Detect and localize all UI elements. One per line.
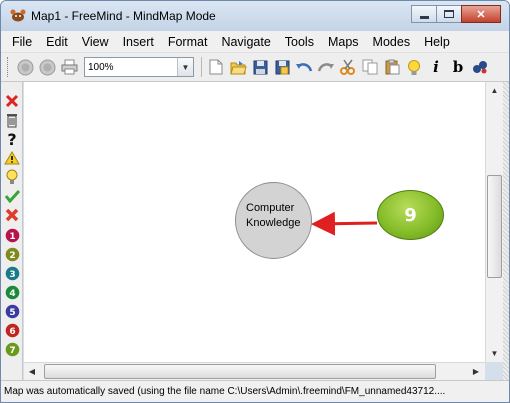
- warning-icon[interactable]: [4, 150, 20, 166]
- close-icon: ✕: [476, 8, 486, 21]
- maximize-button[interactable]: [436, 5, 462, 23]
- maximize-icon: [444, 10, 454, 18]
- menu-format[interactable]: Format: [161, 31, 215, 53]
- vertical-scrollbar[interactable]: ▲ ▼: [485, 82, 503, 362]
- undo-icon[interactable]: [295, 58, 313, 76]
- freemind-icon: [10, 9, 26, 22]
- svg-text:5: 5: [9, 308, 15, 318]
- close-button[interactable]: ✕: [461, 5, 501, 23]
- svg-text:1: 1: [9, 232, 15, 242]
- svg-text:3: 3: [9, 270, 15, 280]
- redo-icon[interactable]: [317, 58, 335, 76]
- print-icon[interactable]: [60, 58, 78, 76]
- scroll-down-icon[interactable]: ▼: [486, 345, 503, 361]
- check-icon[interactable]: [4, 188, 20, 204]
- svg-text:4: 4: [9, 289, 15, 299]
- scroll-right-icon[interactable]: ▶: [468, 363, 484, 380]
- icon-sidebar: ? 1 2 3 4 5 6 7: [1, 82, 23, 381]
- status-bar: Map was automatically saved (using the f…: [1, 380, 509, 402]
- menu-insert[interactable]: Insert: [116, 31, 161, 53]
- menu-edit[interactable]: Edit: [39, 31, 75, 53]
- minimize-button[interactable]: [411, 5, 437, 23]
- new-map-icon[interactable]: [207, 58, 225, 76]
- open-icon[interactable]: [229, 58, 247, 76]
- priority-3-icon[interactable]: 3: [4, 265, 20, 281]
- scroll-left-icon[interactable]: ◀: [24, 363, 40, 380]
- copy-icon[interactable]: [361, 58, 379, 76]
- toolbar-divider: [201, 57, 202, 77]
- trash-icon[interactable]: [4, 112, 20, 128]
- title-bar[interactable]: Map1 - FreeMind - MindMap Mode ✕: [1, 1, 509, 31]
- priority-1-icon[interactable]: 1: [4, 227, 20, 243]
- menu-maps[interactable]: Maps: [321, 31, 366, 53]
- horizontal-scroll-thumb[interactable]: [44, 364, 436, 379]
- toolbar: 100% ▼ i b: [1, 53, 509, 82]
- italic-button[interactable]: i: [428, 58, 444, 76]
- priority-7-icon[interactable]: 7: [4, 341, 20, 357]
- minimize-icon: [419, 15, 429, 19]
- step-number-badge: 9: [377, 190, 444, 240]
- priority-2-icon[interactable]: 2: [4, 246, 20, 262]
- idea-bulb-icon[interactable]: [405, 58, 423, 76]
- menu-modes[interactable]: Modes: [366, 31, 418, 53]
- paste-icon[interactable]: [383, 58, 401, 76]
- priority-4-icon[interactable]: 4: [4, 284, 20, 300]
- menu-tools[interactable]: Tools: [278, 31, 321, 53]
- svg-text:2: 2: [9, 251, 15, 261]
- toolbar-grip[interactable]: [7, 57, 10, 77]
- horizontal-scrollbar[interactable]: ◀ ▶: [24, 362, 485, 380]
- resize-hatch: [503, 82, 509, 380]
- question-icon[interactable]: ?: [4, 130, 20, 149]
- cut-icon[interactable]: [339, 58, 357, 76]
- menu-file[interactable]: File: [5, 31, 39, 53]
- delete-icon[interactable]: [4, 93, 20, 109]
- scroll-up-icon[interactable]: ▲: [486, 82, 503, 98]
- zoom-value: 100%: [88, 61, 114, 73]
- vertical-scroll-thumb[interactable]: [487, 175, 502, 278]
- svg-text:7: 7: [9, 346, 15, 356]
- zoom-select[interactable]: 100% ▼: [84, 57, 194, 77]
- menu-bar: File Edit View Insert Format Navigate To…: [1, 31, 509, 53]
- idea-icon[interactable]: [4, 169, 20, 185]
- priority-5-icon[interactable]: 5: [4, 303, 20, 319]
- forward-icon[interactable]: [38, 58, 56, 76]
- save-icon[interactable]: [251, 58, 269, 76]
- chevron-down-icon: ▼: [177, 58, 193, 76]
- bold-button[interactable]: b: [450, 58, 466, 76]
- menu-help[interactable]: Help: [417, 31, 457, 53]
- cloud-icon[interactable]: [471, 58, 489, 76]
- priority-6-icon[interactable]: 6: [4, 322, 20, 338]
- save-as-icon[interactable]: [273, 58, 291, 76]
- menu-view[interactable]: View: [75, 31, 116, 53]
- back-icon[interactable]: [16, 58, 34, 76]
- cross-icon[interactable]: [4, 207, 20, 223]
- mindmap-canvas[interactable]: Computer Knowledge 9: [24, 82, 485, 362]
- menu-navigate[interactable]: Navigate: [214, 31, 277, 53]
- badge-number: 9: [404, 204, 417, 226]
- window-title: Map1 - FreeMind - MindMap Mode: [31, 9, 216, 23]
- svg-text:6: 6: [9, 327, 15, 337]
- app-window: Map1 - FreeMind - MindMap Mode ✕ File Ed…: [0, 0, 510, 403]
